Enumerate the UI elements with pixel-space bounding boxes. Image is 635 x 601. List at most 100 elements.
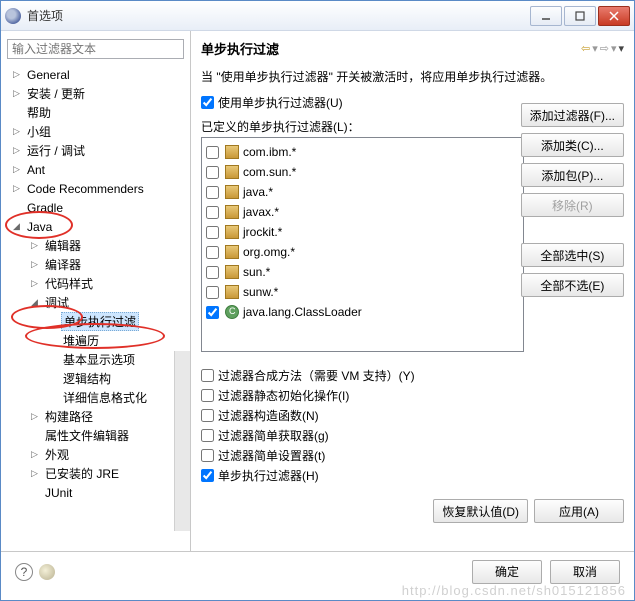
filter-check[interactable] — [206, 306, 219, 319]
tree-label: 已安装的 JRE — [43, 465, 121, 482]
back-icon[interactable]: ⇦ — [581, 42, 590, 55]
expand-icon: ▷ — [29, 449, 40, 460]
filter-label: sunw.* — [243, 285, 278, 299]
cancel-button[interactable]: 取消 — [550, 560, 620, 584]
tree-label: 单步执行过滤 — [61, 312, 139, 331]
help-icon[interactable]: ? — [15, 563, 33, 581]
expand-icon — [29, 487, 40, 498]
expand-icon: ▷ — [29, 468, 40, 479]
option-check[interactable]: 单步执行过滤器(H) — [201, 467, 624, 484]
filter-row[interactable]: sunw.* — [206, 282, 519, 302]
add-filter-button[interactable]: 添加过滤器(F)... — [521, 103, 624, 127]
package-icon — [225, 285, 239, 299]
titlebar: 首选项 — [1, 1, 634, 31]
tree-item[interactable]: ◢调试 — [11, 293, 190, 312]
filter-check[interactable] — [206, 166, 219, 179]
add-pkg-button[interactable]: 添加包(P)... — [521, 163, 624, 187]
tree-item[interactable]: JUnit — [11, 483, 190, 502]
tree-item[interactable]: 基本显示选项 — [11, 350, 190, 369]
filter-check[interactable] — [206, 226, 219, 239]
filter-check[interactable] — [206, 286, 219, 299]
class-icon — [225, 305, 239, 319]
tree-item[interactable]: ▷Ant — [11, 160, 190, 179]
maximize-button[interactable] — [564, 6, 596, 26]
tree-item[interactable]: 单步执行过滤 — [11, 312, 190, 331]
tree-item[interactable]: ▷已安装的 JRE — [11, 464, 190, 483]
tree-item[interactable]: ▷构建路径 — [11, 407, 190, 426]
expand-icon: ▷ — [29, 411, 40, 422]
tree-label: 帮助 — [25, 104, 53, 121]
tree-item[interactable]: ▷编译器 — [11, 255, 190, 274]
select-all-button[interactable]: 全部选中(S) — [521, 243, 624, 267]
tree-item[interactable]: ▷外观 — [11, 445, 190, 464]
tree-item[interactable]: ▷编辑器 — [11, 236, 190, 255]
expand-icon: ▷ — [11, 88, 22, 99]
expand-icon: ▷ — [11, 126, 22, 137]
tree-label: 代码样式 — [43, 275, 95, 292]
filter-row[interactable]: jrockit.* — [206, 222, 519, 242]
option-check[interactable]: 过滤器构造函数(N) — [201, 407, 624, 424]
search-input[interactable] — [7, 39, 184, 59]
tree-label: 详细信息格式化 — [61, 389, 149, 406]
window-title: 首选项 — [27, 7, 528, 24]
add-class-button[interactable]: 添加类(C)... — [521, 133, 624, 157]
filter-check[interactable] — [206, 186, 219, 199]
tree-label: Gradle — [25, 201, 65, 215]
expand-icon: ▷ — [11, 164, 22, 175]
filter-check[interactable] — [206, 146, 219, 159]
options: 过滤器合成方法（需要 VM 支持）(Y) 过滤器静态初始化操作(I) 过滤器构造函数… — [201, 364, 624, 487]
tree-item[interactable]: ▷代码样式 — [11, 274, 190, 293]
option-check[interactable]: 过滤器静态初始化操作(I) — [201, 387, 624, 404]
tree[interactable]: ▷General▷安装 / 更新帮助▷小组▷运行 / 调试▷Ant▷Code R… — [5, 63, 190, 551]
filter-row[interactable]: java.* — [206, 182, 519, 202]
tree-item[interactable]: 堆遍历 — [11, 331, 190, 350]
expand-icon: ◢ — [11, 221, 22, 232]
tree-item[interactable]: ▷安装 / 更新 — [11, 84, 190, 103]
tree-item[interactable]: ▷Code Recommenders — [11, 179, 190, 198]
tree-label: Java — [25, 220, 54, 234]
tree-item[interactable]: ◢Java — [11, 217, 190, 236]
side-buttons: 添加过滤器(F)... 添加类(C)... 添加包(P)... 移除(R) 全部… — [521, 103, 624, 297]
filter-row[interactable]: com.sun.* — [206, 162, 519, 182]
tree-item[interactable]: ▷运行 / 调试 — [11, 141, 190, 160]
filter-row[interactable]: com.ibm.* — [206, 142, 519, 162]
minimize-button[interactable] — [530, 6, 562, 26]
scrollbar[interactable] — [174, 351, 190, 531]
ok-button[interactable]: 确定 — [472, 560, 542, 584]
filter-check[interactable] — [206, 206, 219, 219]
tree-item[interactable]: ▷General — [11, 65, 190, 84]
remove-button[interactable]: 移除(R) — [521, 193, 624, 217]
bulb-icon[interactable] — [39, 564, 55, 580]
expand-icon: ▷ — [11, 183, 22, 194]
restore-defaults-button[interactable]: 恢复默认值(D) — [433, 499, 528, 523]
option-check[interactable]: 过滤器简单获取器(g) — [201, 427, 624, 444]
option-check[interactable]: 过滤器简单设置器(t) — [201, 447, 624, 464]
expand-icon: ▷ — [29, 259, 40, 270]
deselect-all-button[interactable]: 全部不选(E) — [521, 273, 624, 297]
option-check[interactable]: 过滤器合成方法（需要 VM 支持）(Y) — [201, 367, 624, 384]
package-icon — [225, 265, 239, 279]
filter-list[interactable]: com.ibm.*com.sun.*java.*javax.*jrockit.*… — [201, 137, 524, 352]
tree-item[interactable]: 详细信息格式化 — [11, 388, 190, 407]
filter-row[interactable]: org.omg.* — [206, 242, 519, 262]
tree-label: JUnit — [43, 486, 74, 500]
menu-icon[interactable]: ▾ — [618, 42, 624, 55]
tree-label: 逻辑结构 — [61, 370, 113, 387]
close-button[interactable] — [598, 6, 630, 26]
tree-item[interactable]: 帮助 — [11, 103, 190, 122]
tree-label: 安装 / 更新 — [25, 85, 87, 102]
filter-check[interactable] — [206, 266, 219, 279]
filter-row[interactable]: java.lang.ClassLoader — [206, 302, 519, 322]
expand-icon — [29, 430, 40, 441]
forward-icon[interactable]: ⇨ — [600, 42, 609, 55]
tree-item[interactable]: 逻辑结构 — [11, 369, 190, 388]
apply-button[interactable]: 应用(A) — [534, 499, 624, 523]
tree-item[interactable]: Gradle — [11, 198, 190, 217]
filter-row[interactable]: sun.* — [206, 262, 519, 282]
tree-item[interactable]: ▷小组 — [11, 122, 190, 141]
tree-label: General — [25, 68, 72, 82]
expand-icon — [47, 392, 58, 403]
tree-item[interactable]: 属性文件编辑器 — [11, 426, 190, 445]
filter-row[interactable]: javax.* — [206, 202, 519, 222]
filter-check[interactable] — [206, 246, 219, 259]
